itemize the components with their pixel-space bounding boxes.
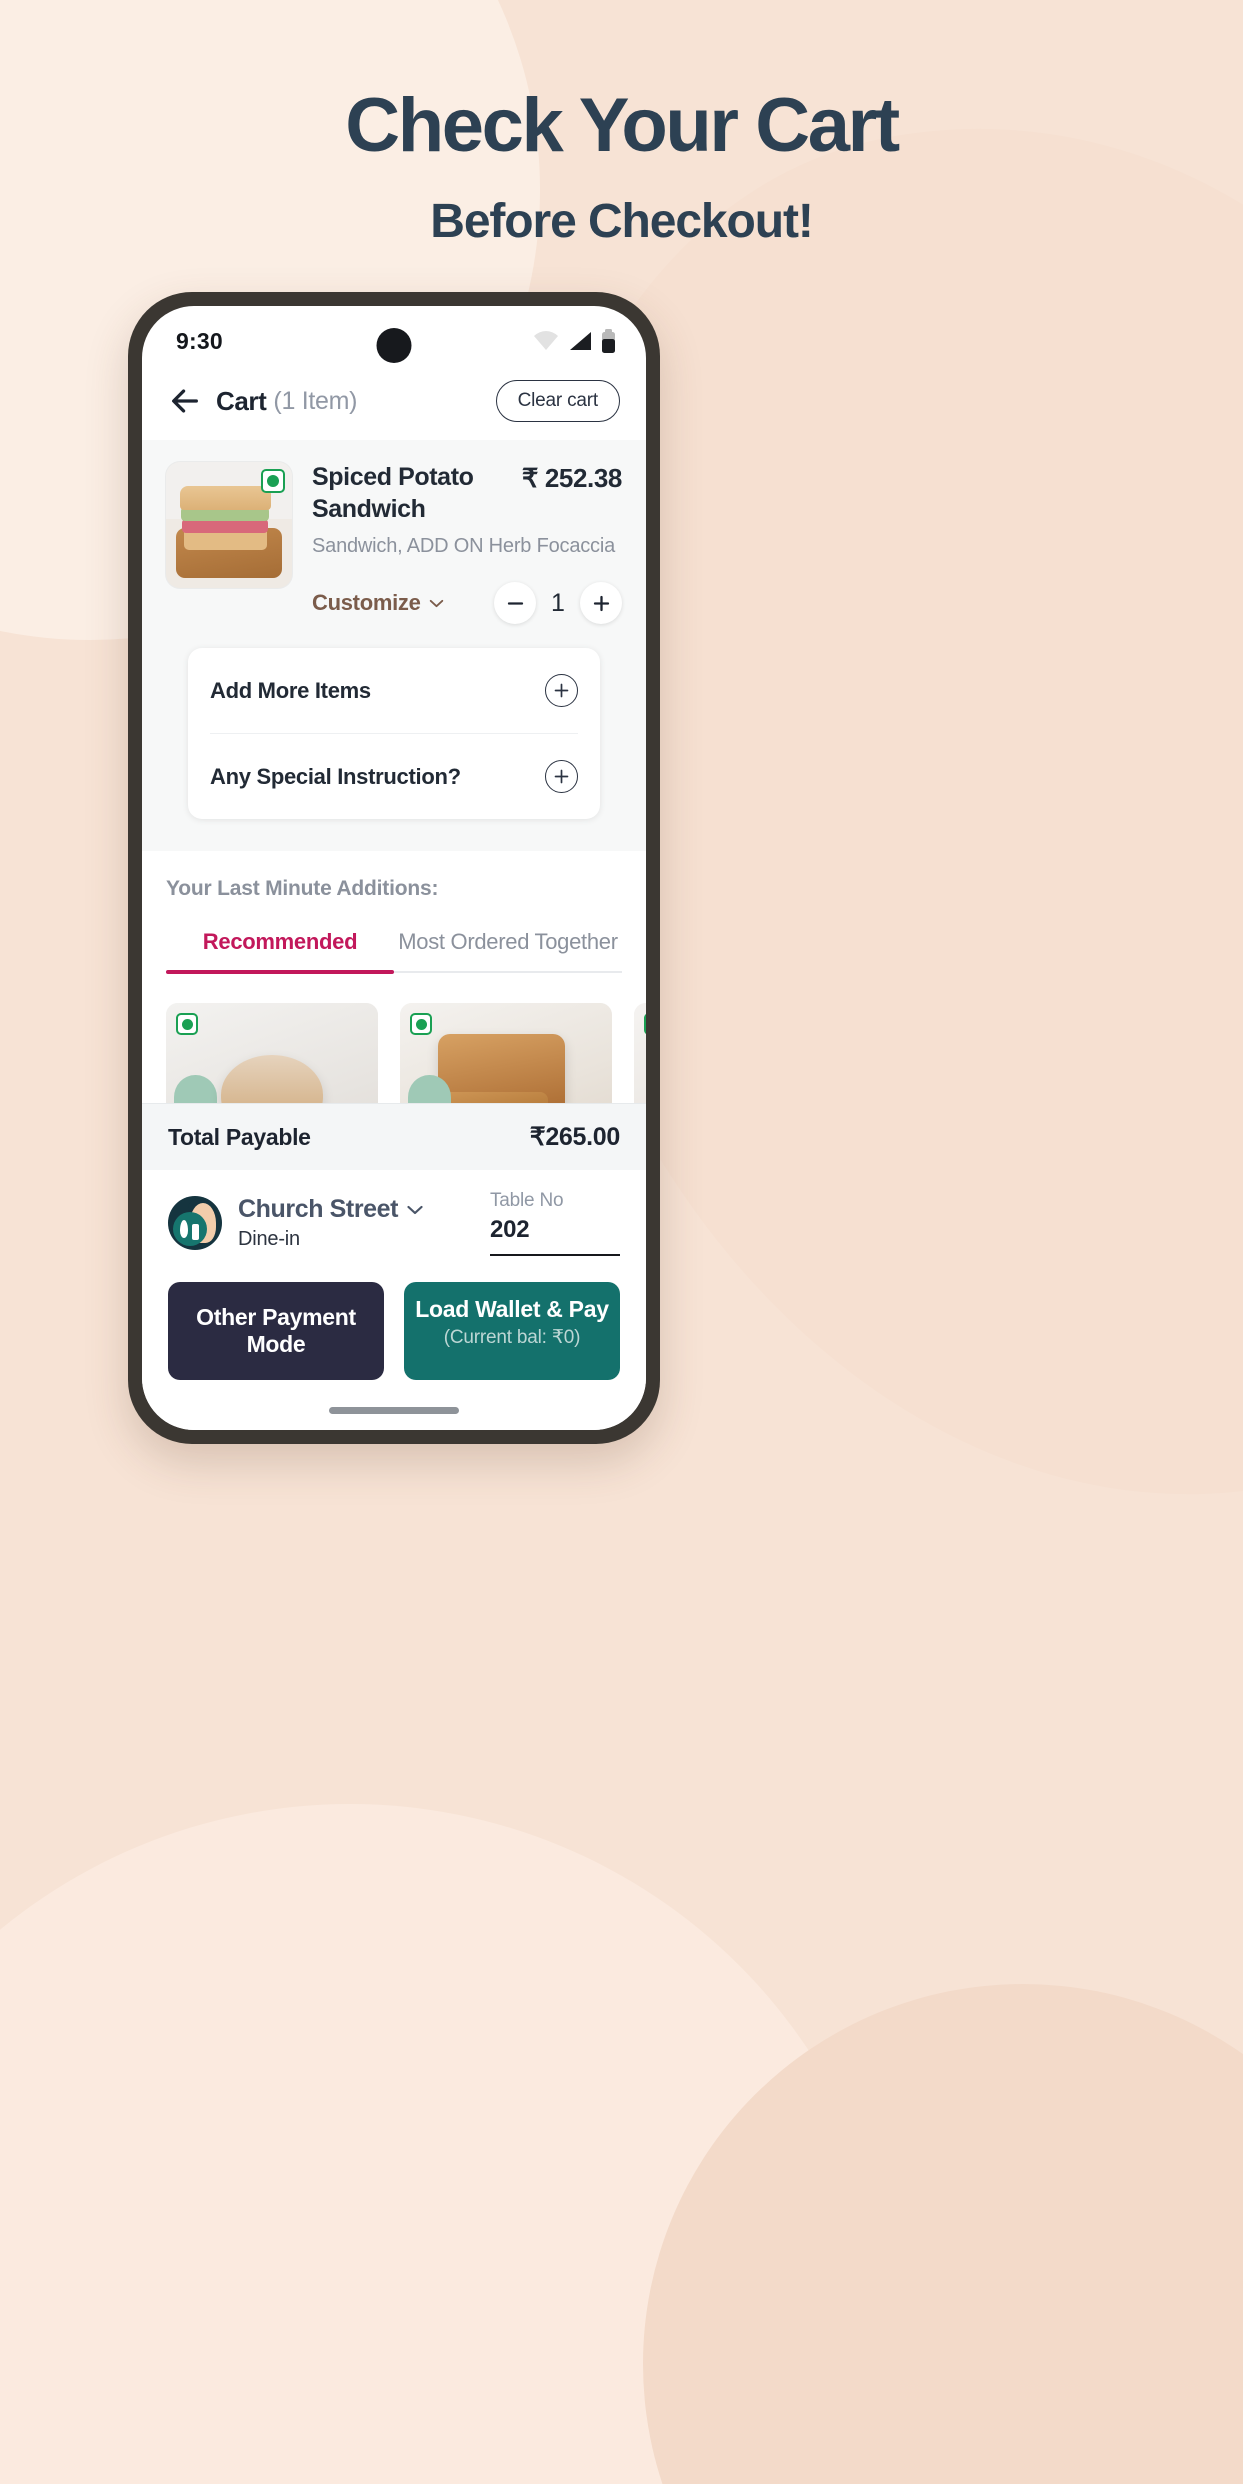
chevron-down-icon [407,1205,423,1214]
plus-icon [554,683,569,698]
special-instruction-label: Any Special Instruction? [210,763,461,789]
cart-item-description: Sandwich, ADD ON Herb Focaccia [312,535,616,557]
store-selector[interactable]: Church Street [238,1195,423,1224]
recommended-cards-row[interactable]: Add CUSTOMIZABLE Hot Masala Chai Latte [142,973,646,1103]
customize-button[interactable]: Customize [312,590,444,616]
table-number-value[interactable]: 202 [490,1216,620,1256]
status-bar: 9:30 [142,306,646,368]
cart-item-name: Spiced Potato Sandwich [312,463,474,523]
cart-addons-card: Add More Items Any Special Instruction? [188,648,600,819]
store-text: Church Street Dine-in [238,1195,423,1251]
status-icons [533,329,616,353]
load-wallet-pay-button[interactable]: Load Wallet & Pay (Current bal: ₹0) [404,1282,620,1380]
cart-item-thumbnail[interactable] [166,462,292,588]
veg-badge-icon [644,1013,646,1035]
customize-label: Customize [312,590,421,615]
cart-item-card: Spiced Potato Sandwich ₹ 252.38 Sandwich… [142,440,646,851]
avatar-spoon [180,1220,188,1238]
cart-item-row: Spiced Potato Sandwich ₹ 252.38 Sandwich… [166,462,622,624]
cart-item-info: Spiced Potato Sandwich ₹ 252.38 Sandwich… [312,462,622,624]
plus-icon [593,595,609,611]
last-minute-title: Your Last Minute Additions: [166,877,439,900]
other-payment-mode-button[interactable]: Other Payment Mode [168,1282,384,1380]
promo-headline-block: Check Your Cart Before Checkout! [0,86,1243,249]
avatar-fork [192,1224,199,1240]
total-payable-label: Total Payable [168,1123,311,1150]
battery-icon [602,329,615,353]
food-card[interactable]: Add CUSTOMIZABLE Hot Masala Chai Latte [166,1003,378,1103]
page-title: Cart [216,385,267,416]
food-card[interactable]: Add Banana Walnut Tea Cake [400,1003,612,1103]
quantity-value: 1 [551,588,565,617]
phone-screen: 9:30 Cart (1 Item) Clear cart Spiced Pot… [142,306,646,1430]
plus-circle-icon[interactable] [545,760,578,793]
promo-subheadline: Before Checkout! [430,194,814,248]
signal-icon [570,332,591,350]
total-payable-bar: Total Payable ₹265.00 [142,1103,646,1170]
total-payable-value: ₹265.00 [529,1123,621,1151]
food-image [634,1003,646,1103]
payment-buttons-row: Other Payment Mode Load Wallet & Pay (Cu… [168,1282,620,1380]
thumbnail-bread-top [179,485,271,510]
home-indicator[interactable] [142,1390,646,1430]
load-wallet-pay-label: Load Wallet & Pay [415,1296,609,1322]
phone-frame: 9:30 Cart (1 Item) Clear cart Spiced Pot… [128,292,660,1444]
cart-item-title-row: Spiced Potato Sandwich ₹ 252.38 [312,462,622,525]
cart-item-actions: Customize 1 [312,582,622,624]
store-name-label: Church Street [238,1195,399,1223]
status-time: 9:30 [176,327,223,354]
plus-icon [554,769,569,784]
increment-button[interactable] [580,582,622,624]
last-minute-additions-section: Your Last Minute Additions: Recommended … [142,851,646,974]
food-image [400,1003,612,1103]
veg-badge-icon [261,469,285,493]
veg-badge-icon [410,1013,432,1035]
add-more-items-label: Add More Items [210,677,371,703]
table-number-label: Table No [490,1190,564,1211]
table-number-field[interactable]: Table No 202 [490,1190,620,1256]
quantity-stepper: 1 [494,582,622,624]
front-camera-punchhole [376,328,412,363]
add-more-items-row[interactable]: Add More Items [210,648,578,733]
chevron-down-icon [429,599,443,607]
clear-cart-button[interactable]: Clear cart [495,380,620,422]
minus-icon [507,601,523,605]
back-arrow-icon[interactable] [168,384,202,418]
veg-badge-icon [176,1013,198,1035]
cart-header: Cart (1 Item) Clear cart [142,368,646,440]
tab-most-ordered-together[interactable]: Most Ordered Together [394,929,622,971]
cart-scroll-area[interactable]: Spiced Potato Sandwich ₹ 252.38 Sandwich… [142,440,646,1103]
food-card[interactable]: Add CUSTOMIZABLE Classic Cold Coffee [634,1003,646,1103]
checkout-footer: Church Street Dine-in Table No 202 Other… [142,1170,646,1390]
recommendation-tabs: Recommended Most Ordered Together [166,929,622,974]
store-row: Church Street Dine-in Table No 202 [168,1190,620,1256]
order-mode-label: Dine-in [238,1228,300,1250]
cart-item-count: (1 Item) [273,386,358,415]
special-instruction-row[interactable]: Any Special Instruction? [210,733,578,819]
other-payment-mode-label: Other Payment Mode [196,1304,356,1357]
avatar-plate [173,1212,207,1246]
cart-item-price: ₹ 252.38 [521,463,622,493]
plus-circle-icon[interactable] [545,674,578,707]
wallet-balance-label: (Current bal: ₹0) [443,1327,581,1348]
promo-headline: Check Your Cart [345,83,900,168]
restaurant-avatar-icon [168,1196,222,1250]
wifi-icon [534,331,558,350]
decrement-button[interactable] [494,582,536,624]
tab-recommended[interactable]: Recommended [166,929,394,974]
food-image [166,1003,378,1103]
